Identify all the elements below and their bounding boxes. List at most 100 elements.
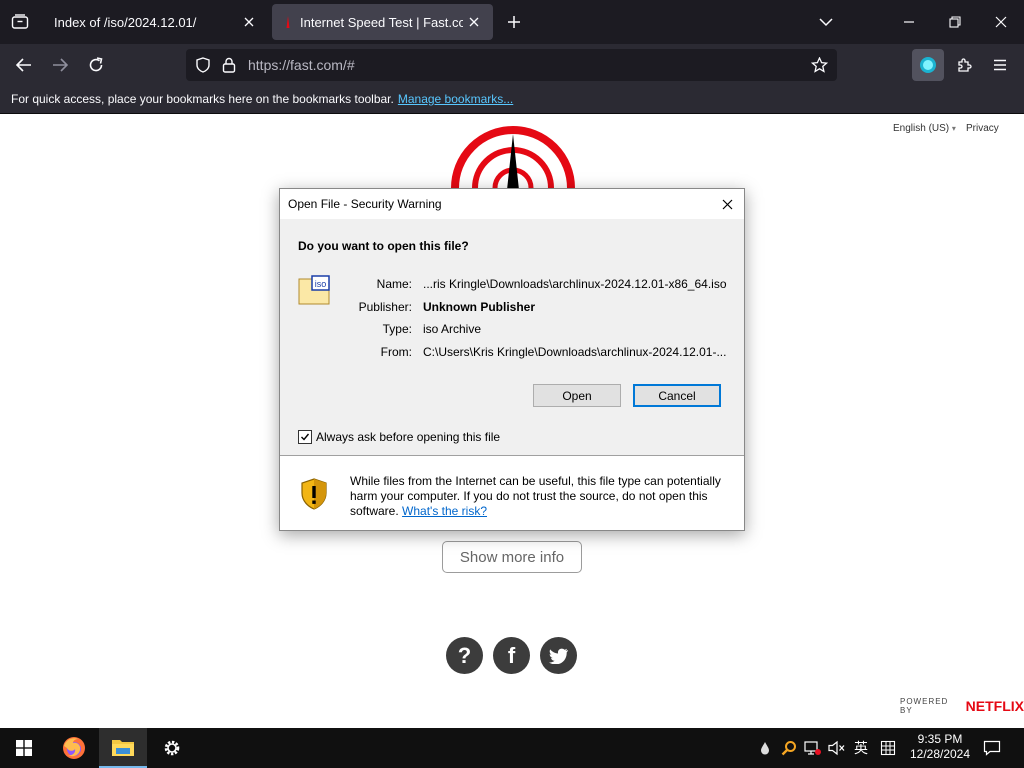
powered-by-netflix: POWERED BY NETFLIX (900, 697, 1024, 715)
close-window-button[interactable] (989, 10, 1013, 34)
twitter-icon (548, 648, 568, 664)
search-tool-icon (781, 741, 796, 756)
extension-button[interactable] (912, 49, 944, 81)
network-icon (804, 741, 821, 755)
privacy-link[interactable]: Privacy (966, 123, 999, 134)
reload-icon (89, 57, 103, 72)
whats-the-risk-link[interactable]: What's the risk? (402, 504, 487, 518)
chevron-down-icon (819, 17, 833, 26)
type-label: Type: (382, 322, 412, 336)
url-text[interactable]: https://fast.com/# (248, 57, 355, 73)
dialog-titlebar[interactable]: Open File - Security Warning (280, 189, 744, 219)
always-ask-label: Always ask before opening this file (316, 430, 501, 444)
tab-label: Index of /iso/2024.12.01/ (54, 14, 197, 30)
facebook-icon: f (507, 642, 516, 668)
tab-index-of-iso[interactable]: Index of /iso/2024.12.01/ (44, 4, 268, 40)
notification-icon (983, 740, 1001, 756)
dialog-warning-panel: While files from the Internet can be use… (280, 456, 744, 530)
hamburger-menu-icon (994, 59, 1006, 71)
tab-list-icon (11, 14, 29, 29)
firefox-icon (63, 737, 85, 759)
arrow-right-icon (53, 58, 68, 72)
new-tab-button[interactable] (502, 10, 526, 34)
restore-icon (949, 16, 961, 28)
close-icon (722, 199, 732, 209)
tray-network[interactable] (802, 736, 824, 760)
ime-indicator[interactable]: 英 (850, 736, 872, 760)
taskbar-firefox[interactable] (50, 728, 98, 768)
netflix-logo: NETFLIX (965, 698, 1024, 714)
tab-close-icon[interactable] (463, 11, 485, 33)
restore-button[interactable] (943, 10, 967, 34)
name-value: ...ris Kringle\Downloads\archlinux-2024.… (423, 277, 727, 291)
language-selector[interactable]: English (US) ▾ (893, 123, 956, 134)
always-ask-row[interactable]: Always ask before opening this file (298, 430, 500, 444)
close-icon (995, 16, 1007, 28)
arrow-left-icon (16, 58, 31, 72)
taskbar-settings[interactable] (148, 728, 196, 768)
tab-close-icon[interactable] (238, 11, 260, 33)
from-label: From: (380, 345, 412, 359)
tab-fast-com[interactable]: Internet Speed Test | Fast.com (272, 4, 493, 40)
dialog-title: Open File - Security Warning (288, 197, 442, 211)
tab-list-button[interactable] (0, 0, 40, 44)
facebook-button[interactable]: f (493, 637, 530, 674)
lock-icon[interactable] (222, 57, 236, 73)
teardrop-icon (761, 742, 769, 755)
extensions-button[interactable] (950, 51, 978, 79)
extension-glow-icon (920, 57, 936, 73)
shield-tracking-icon[interactable] (195, 57, 211, 73)
always-ask-checkbox[interactable] (298, 430, 312, 444)
start-button[interactable] (0, 728, 48, 768)
cancel-button[interactable]: Cancel (633, 384, 721, 407)
bookmarks-message: For quick access, place your bookmarks h… (11, 92, 514, 106)
open-button[interactable]: Open (533, 384, 621, 407)
help-button[interactable]: ? (446, 637, 483, 674)
minimize-button[interactable] (897, 10, 921, 34)
tray-volume[interactable] (826, 736, 848, 760)
ime-keyboard-icon (880, 740, 896, 756)
tray-teardrop[interactable] (755, 736, 775, 760)
puzzle-icon (958, 58, 972, 72)
name-label: Name: (376, 277, 412, 291)
back-button[interactable] (10, 51, 38, 79)
tray-keyboard[interactable] (877, 736, 899, 760)
menu-button[interactable] (986, 51, 1014, 79)
list-all-tabs-button[interactable] (814, 10, 838, 34)
fast-favicon-icon (282, 16, 294, 28)
tab-label: Internet Speed Test | Fast.com (300, 14, 463, 30)
from-value: C:\Users\Kris Kringle\Downloads\archlinu… (423, 345, 727, 359)
security-warning-dialog: Open File - Security Warning Do you want… (279, 188, 745, 531)
checkmark-icon (301, 433, 310, 441)
manage-bookmarks-link[interactable]: Manage bookmarks... (398, 92, 513, 106)
help-icon: ? (457, 642, 472, 668)
type-value: iso Archive (423, 322, 482, 336)
clock-time: 9:35 PM (917, 732, 963, 746)
twitter-button[interactable] (540, 637, 577, 674)
dialog-question: Do you want to open this file? (298, 239, 469, 253)
warning-text: While files from the Internet can be use… (350, 474, 721, 518)
publisher-value: Unknown Publisher (423, 300, 536, 314)
volume-muted-icon (828, 740, 845, 756)
file-explorer-icon (112, 740, 134, 756)
settings-icon (164, 740, 180, 756)
navigation-toolbar: https://fast.com/# (0, 44, 1024, 86)
windows-start-icon (16, 740, 32, 756)
star-bookmark-icon[interactable] (811, 57, 828, 73)
tab-bar: Index of /iso/2024.12.01/ Internet Speed… (0, 0, 1024, 44)
forward-button[interactable] (46, 51, 74, 79)
show-more-info-button[interactable]: Show more info (442, 541, 582, 573)
powered-by-label: POWERED BY (900, 697, 949, 715)
tray-search-tool[interactable] (778, 736, 800, 760)
bookmarks-toolbar: For quick access, place your bookmarks h… (0, 86, 1024, 114)
action-center-button[interactable] (980, 736, 1004, 760)
publisher-label: Publisher: (358, 300, 412, 314)
taskbar-file-explorer[interactable] (99, 728, 147, 768)
url-bar[interactable]: https://fast.com/# (186, 49, 837, 81)
taskbar-clock[interactable]: 9:35 PM 12/28/2024 (908, 732, 972, 762)
clock-date: 12/28/2024 (909, 747, 971, 761)
plus-icon (508, 16, 520, 28)
dialog-close-button[interactable] (714, 191, 740, 217)
speed-gauge-icon (451, 126, 575, 190)
reload-button[interactable] (82, 51, 110, 79)
